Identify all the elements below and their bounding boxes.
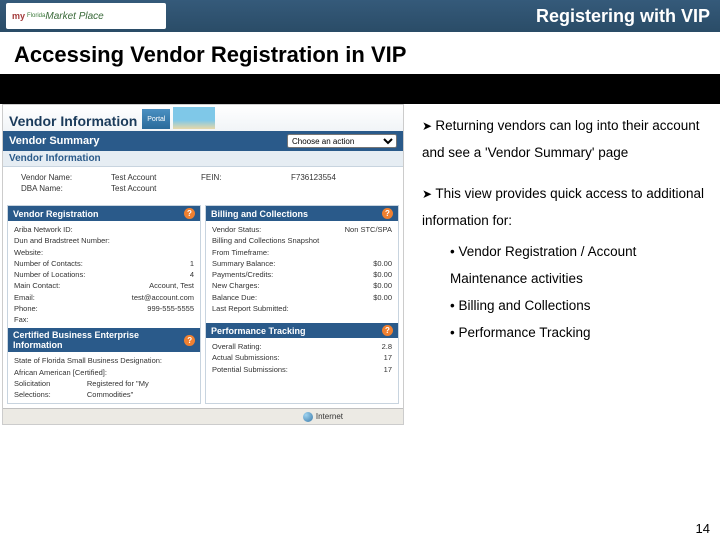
perf-r2v: 17 xyxy=(384,352,392,363)
card-billing: Billing and Collections? Vendor Status: N… xyxy=(205,205,399,404)
val-vendor-name: Test Account xyxy=(111,173,201,182)
reg-r6l: Main Contact: xyxy=(14,280,60,291)
reg-r1l: Ariba Network ID: xyxy=(14,224,73,235)
reg-r4l: Number of Contacts: xyxy=(14,258,83,269)
cbe-r1: State of Florida Small Business Designat… xyxy=(14,355,162,366)
status-text: Internet xyxy=(316,412,343,421)
bill-r5v: $0.00 xyxy=(373,269,392,280)
lbl-dba: DBA Name: xyxy=(21,184,111,193)
top-title: Registering with VIP xyxy=(536,6,710,27)
vendor-info-header: Vendor Information xyxy=(3,151,403,167)
vip-title-big: Vendor Information xyxy=(9,113,137,129)
perf-r1v: 2.8 xyxy=(382,341,392,352)
logo: my Florida Market Place xyxy=(6,3,166,29)
top-bar: my Florida Market Place Registering with… xyxy=(0,0,720,32)
help-icon[interactable]: ? xyxy=(382,325,393,336)
vendor-summary-header: Vendor Summary Choose an action xyxy=(3,131,403,151)
reg-r3l: Website: xyxy=(14,247,43,258)
bill-r1l: Vendor Status: xyxy=(212,224,261,235)
help-icon[interactable]: ? xyxy=(184,208,195,219)
bill-r8l: Last Report Submitted: xyxy=(212,303,289,314)
bill-r1v: Non STC/SPA xyxy=(345,224,392,235)
reg-r5v: 4 xyxy=(190,269,194,280)
vendor-summary-label: Vendor Summary xyxy=(9,135,99,147)
logo-suffix: Market Place xyxy=(45,11,103,22)
reg-r8v: 999-555-5555 xyxy=(147,303,194,314)
palm-image xyxy=(173,107,215,129)
sub-bullet-2: Billing and Collections xyxy=(450,292,710,319)
bill-r4l: Summary Balance: xyxy=(212,258,275,269)
cbe-r2: African American [Certified]: xyxy=(14,367,107,378)
reg-r2l: Dun and Bradstreet Number: xyxy=(14,235,110,246)
val-dba: Test Account xyxy=(111,184,201,193)
card-reg-title: Vendor Registration xyxy=(13,209,99,219)
bill-r7v: $0.00 xyxy=(373,292,392,303)
page-number: 14 xyxy=(696,521,710,536)
card-registration: Vendor Registration? Ariba Network ID: D… xyxy=(7,205,201,404)
content-row: Vendor Information Portal Vendor Summary… xyxy=(0,104,720,425)
reg-r5l: Number of Locations: xyxy=(14,269,85,280)
card-bill-title: Billing and Collections xyxy=(211,209,308,219)
perf-r2l: Actual Submissions: xyxy=(212,352,280,363)
bullet-2: This view provides quick access to addit… xyxy=(422,180,710,234)
cbe-r3v: Registered for "My Commodities" xyxy=(87,378,194,401)
vip-header: Vendor Information Portal xyxy=(3,105,403,131)
bill-r5l: Payments/Credits: xyxy=(212,269,273,280)
bullet-panel: Returning vendors can log into their acc… xyxy=(404,104,720,425)
bullet-1: Returning vendors can log into their acc… xyxy=(422,112,710,166)
perf-r3l: Potential Submissions: xyxy=(212,364,288,375)
perf-r3v: 17 xyxy=(384,364,392,375)
page-heading: Accessing Vendor Registration in VIP xyxy=(0,32,720,74)
vip-title-badge: Portal xyxy=(142,109,170,129)
action-dropdown[interactable]: Choose an action xyxy=(287,134,397,148)
lbl-fein: FEIN: xyxy=(201,173,291,182)
help-icon[interactable]: ? xyxy=(382,208,393,219)
bill-r4v: $0.00 xyxy=(373,258,392,269)
bill-r6l: New Charges: xyxy=(212,280,260,291)
reg-r7l: Email: xyxy=(14,292,35,303)
sub-bullet-3: Performance Tracking xyxy=(450,319,710,346)
perf-r1l: Overall Rating: xyxy=(212,341,262,352)
logo-prefix: my xyxy=(12,11,25,21)
val-fein: F736123554 xyxy=(291,173,381,182)
help-icon[interactable]: ? xyxy=(184,335,195,346)
bill-r3l: From Timeframe: xyxy=(212,247,269,258)
sub-bullet-1: Vendor Registration / Account Maintenanc… xyxy=(450,238,710,292)
cbe-r3l: Solicitation Selections: xyxy=(14,378,87,401)
status-bar: Internet xyxy=(3,408,403,424)
internet-icon xyxy=(303,412,313,422)
reg-r6v: Account, Test xyxy=(149,280,194,291)
logo-state: Florida xyxy=(27,13,45,19)
reg-r4v: 1 xyxy=(190,258,194,269)
bill-r7l: Balance Due: xyxy=(212,292,257,303)
vendor-info-block: Vendor Name:Test AccountFEIN:F736123554 … xyxy=(3,167,403,201)
bill-r2l: Billing and Collections Snapshot xyxy=(212,235,319,246)
card-perf-title: Performance Tracking xyxy=(211,326,306,336)
bill-r6v: $0.00 xyxy=(373,280,392,291)
cbe-title: Certified Business Enterprise Informatio… xyxy=(13,330,184,350)
reg-r9l: Fax: xyxy=(14,314,29,325)
black-bar xyxy=(0,74,720,104)
reg-r8l: Phone: xyxy=(14,303,38,314)
screenshot-panel: Vendor Information Portal Vendor Summary… xyxy=(2,104,404,425)
reg-r7v: test@account.com xyxy=(132,292,194,303)
lbl-vendor-name: Vendor Name: xyxy=(21,173,111,182)
